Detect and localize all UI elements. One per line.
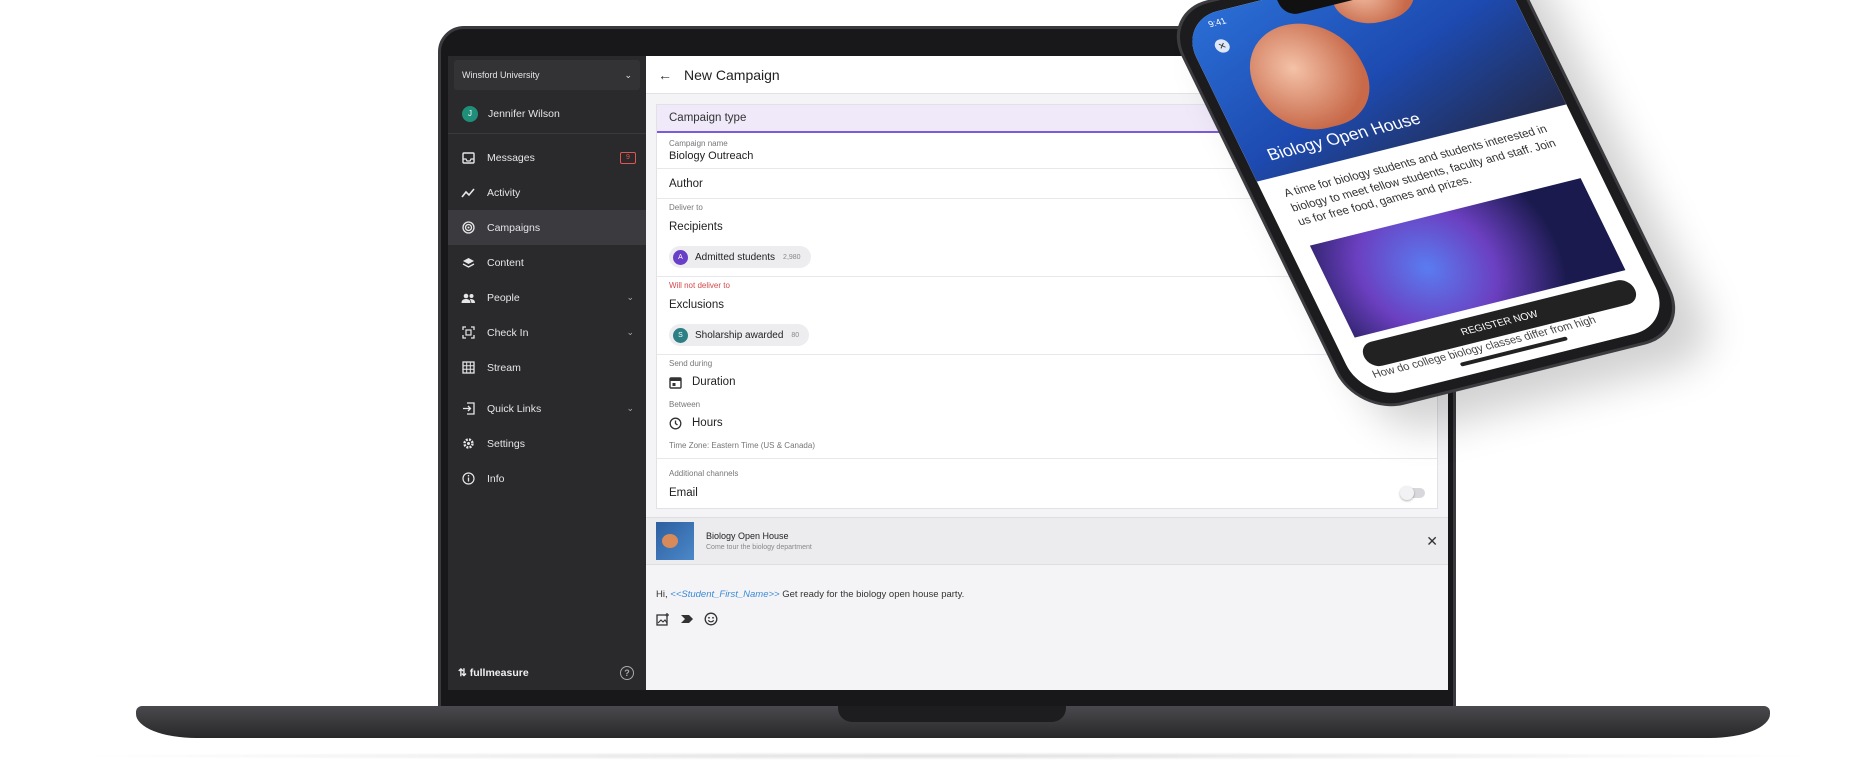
grid-icon	[460, 360, 476, 376]
sidebar-item-settings[interactable]: Settings	[448, 426, 646, 461]
author-label: Author	[669, 177, 703, 190]
between-label: Between	[669, 400, 701, 409]
preview-thumbnail	[656, 522, 694, 560]
org-select[interactable]: Winsford University ⌄	[454, 60, 640, 90]
sidebar-item-people[interactable]: People ⌄	[448, 280, 646, 315]
inbox-icon	[460, 150, 476, 166]
emoji-icon[interactable]	[704, 612, 718, 631]
avatar: J	[462, 105, 478, 122]
page-title: New Campaign	[684, 66, 780, 83]
sidebar-item-check-in[interactable]: Check In ⌄	[448, 315, 646, 350]
chip-label: Admitted students	[695, 251, 776, 263]
duration-select[interactable]: Duration	[657, 368, 1437, 396]
message-greeting: Hi,	[656, 589, 668, 600]
campaigns-icon	[460, 220, 476, 236]
add-image-icon[interactable]	[656, 612, 670, 631]
sidebar-item-activity[interactable]: Activity	[448, 175, 646, 210]
timezone-label: Time Zone: Eastern Time (US & Canada)	[669, 441, 815, 450]
exclusions-label: Exclusions	[669, 299, 724, 311]
content-preview-card[interactable]: Biology Open House Come tour the biology…	[646, 517, 1448, 565]
preview-title: Biology Open House	[706, 531, 789, 541]
messages-badge: 9	[620, 151, 636, 164]
info-icon	[460, 471, 476, 487]
hours-select[interactable]: Hours	[657, 409, 1437, 437]
chip-count: 80	[791, 331, 800, 339]
sidebar-item-info[interactable]: Info	[448, 461, 646, 496]
layers-icon	[460, 255, 476, 271]
floor-shadow	[60, 752, 1830, 760]
recipients-label: Recipients	[669, 221, 723, 233]
chip-avatar: A	[673, 249, 688, 265]
gear-icon	[460, 436, 476, 452]
sidebar-item-label: Info	[487, 472, 505, 485]
recipient-chip[interactable]: A Admitted students 2,980	[669, 246, 811, 268]
chevron-down-icon: ⌄	[626, 327, 634, 337]
calendar-icon	[669, 376, 682, 389]
activity-icon	[460, 185, 476, 201]
sidebar-item-label: Stream	[487, 361, 521, 374]
chip-avatar: S	[673, 327, 688, 343]
sidebar-item-label: Campaigns	[487, 221, 541, 234]
sidebar-footer: ⇅ fullmeasure ?	[458, 666, 634, 680]
org-name: Winsford University	[462, 70, 540, 80]
sidebar-item-label: People	[487, 291, 520, 304]
send-during-label: Send during	[669, 359, 713, 368]
message-text: Get ready for the biology open house par…	[782, 589, 965, 600]
login-icon	[460, 401, 476, 417]
merge-token: <<Student_First_Name>>	[670, 589, 780, 600]
laptop-notch	[838, 706, 1066, 722]
chip-count: 2,980	[783, 253, 801, 261]
email-channel-row: Email	[657, 478, 1437, 508]
sidebar-item-label: Content	[487, 256, 524, 269]
sidebar-item-label: Settings	[487, 437, 525, 450]
sidebar-item-label: Activity	[487, 186, 521, 199]
sidebar-item-messages[interactable]: Messages 9	[448, 140, 646, 175]
phone-time: 9:41	[1206, 15, 1228, 30]
clock-icon	[669, 417, 682, 430]
sidebar-item-label: Check In	[487, 326, 529, 339]
additional-channels-label: Additional channels	[669, 469, 739, 478]
chip-label: Sholarship awarded	[695, 329, 784, 341]
chevron-down-icon: ⌄	[626, 403, 634, 413]
sidebar-nav: Messages 9 Activity Campaigns Content Pe…	[448, 134, 646, 496]
back-arrow-icon[interactable]: ←	[658, 67, 672, 83]
chevron-down-icon: ⌄	[624, 69, 632, 80]
sidebar-item-content[interactable]: Content	[448, 245, 646, 280]
preview-subtitle: Come tour the biology department	[706, 544, 812, 551]
composer-toolbar	[646, 600, 1448, 643]
close-icon[interactable]: ✕	[1212, 37, 1233, 55]
message-body[interactable]: Hi, <<Student_First_Name>> Get ready for…	[646, 565, 1448, 600]
user-row[interactable]: J Jennifer Wilson	[448, 94, 646, 134]
duration-label: Duration	[692, 376, 736, 388]
email-toggle[interactable]	[1400, 486, 1425, 500]
hours-label: Hours	[692, 417, 723, 429]
sidebar-item-label: Messages	[487, 151, 535, 164]
sidebar-item-stream[interactable]: Stream	[448, 350, 646, 385]
sidebar: Winsford University ⌄ J Jennifer Wilson …	[448, 56, 646, 690]
email-label: Email	[669, 487, 698, 499]
sidebar-item-campaigns[interactable]: Campaigns	[448, 210, 646, 245]
people-icon	[460, 290, 476, 306]
close-icon[interactable]: ✕	[1426, 533, 1438, 550]
campaign-type-label: Campaign type	[669, 112, 747, 124]
tag-icon[interactable]	[680, 612, 694, 631]
brand-logo: ⇅ fullmeasure	[458, 667, 529, 679]
scan-icon	[460, 325, 476, 341]
user-name: Jennifer Wilson	[488, 107, 560, 120]
help-icon[interactable]: ?	[620, 666, 634, 680]
sidebar-item-quick-links[interactable]: Quick Links ⌄	[448, 391, 646, 426]
exclusion-chip[interactable]: S Sholarship awarded 80	[669, 324, 810, 346]
chevron-down-icon: ⌄	[626, 292, 634, 302]
sidebar-item-label: Quick Links	[487, 402, 542, 415]
